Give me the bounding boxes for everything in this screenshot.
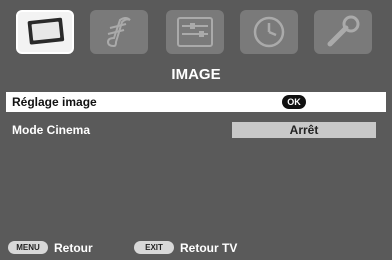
exit-key-badge[interactable]: EXIT — [134, 241, 174, 254]
tab-setup[interactable] — [166, 10, 224, 54]
tab-sound[interactable] — [90, 10, 148, 54]
tab-image[interactable] — [16, 10, 74, 54]
menu-key-badge[interactable]: MENU — [8, 241, 48, 254]
equalizer-icon — [177, 17, 213, 47]
mode-cinema-value[interactable]: Arrêt — [232, 122, 376, 138]
tab-timer[interactable] — [240, 10, 298, 54]
exit-key-hint: Retour TV — [180, 241, 238, 255]
music-note-icon — [106, 17, 131, 48]
menu-key-hint: Retour — [54, 241, 93, 255]
tab-tools[interactable] — [314, 10, 372, 54]
screen-icon — [27, 17, 65, 45]
tv-menu-screen: IMAGE Réglage image OK Mode Cinema Arrêt… — [0, 0, 392, 260]
menu-item-label: Mode Cinema — [12, 123, 91, 137]
menu-item-mode-cinema[interactable]: Mode Cinema Arrêt — [6, 120, 386, 140]
wrench-icon — [327, 15, 360, 47]
footer-hints: MENU Retour EXIT Retour TV — [0, 236, 392, 260]
page-title: IMAGE — [6, 64, 386, 86]
clock-icon — [253, 16, 285, 48]
menu-item-reglage-image[interactable]: Réglage image OK — [6, 92, 386, 112]
ok-button-badge[interactable]: OK — [282, 95, 306, 109]
menu-tab-bar — [0, 0, 392, 62]
menu-panel: Réglage image OK Mode Cinema Arrêt — [6, 90, 386, 234]
menu-item-label: Réglage image — [12, 95, 97, 109]
